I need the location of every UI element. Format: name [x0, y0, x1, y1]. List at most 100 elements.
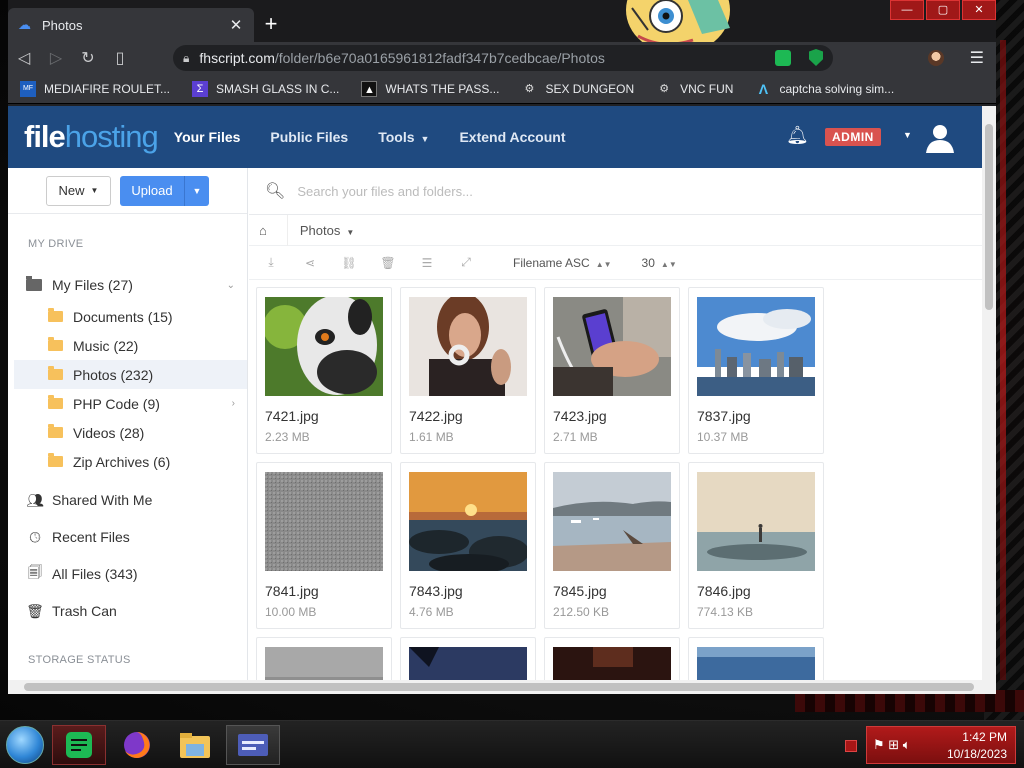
- back-icon[interactable]: ◁: [8, 42, 40, 74]
- bookmark-item[interactable]: Σ SMASH GLASS IN C...: [192, 80, 339, 97]
- nav-tools[interactable]: Tools ▼: [378, 129, 429, 145]
- sidebar-item-documents[interactable]: Documents (15): [8, 302, 247, 331]
- horizontal-scrollbar[interactable]: [8, 680, 996, 694]
- extension-icon[interactable]: [775, 50, 791, 66]
- bookmark-item[interactable]: ⚙ VNC FUN: [656, 81, 733, 97]
- file-size: 774.13 KB: [697, 605, 754, 619]
- file-card[interactable]: 7846.jpg 774.13 KB: [688, 462, 824, 629]
- sidebar-item-php-code[interactable]: PHP Code (9) ›: [8, 389, 247, 418]
- shield-icon[interactable]: [809, 49, 823, 66]
- sidebar-item-shared[interactable]: 👥︎ Shared With Me: [8, 483, 247, 517]
- profile-avatar[interactable]: [928, 50, 944, 66]
- bookmark-item[interactable]: ▲ WHATS THE PASS...: [361, 80, 499, 97]
- share-icon[interactable]: ⋖: [300, 256, 320, 270]
- desktop-red-glow: [1000, 40, 1006, 680]
- file-card[interactable]: 7845.jpg 212.50 KB: [544, 462, 680, 629]
- section-storage-status: STORAGE STATUS: [28, 654, 131, 666]
- sidebar-item-videos[interactable]: Videos (28): [8, 418, 247, 447]
- sidebar-item-all-files[interactable]: 🗐 All Files (343): [8, 557, 247, 591]
- bookmark-star-icon[interactable]: ▯: [104, 42, 136, 74]
- nav-extend-account[interactable]: Extend Account: [459, 129, 565, 145]
- bell-icon[interactable]: 🔔︎: [786, 125, 809, 146]
- scrollbar-thumb[interactable]: [24, 683, 974, 691]
- trash-icon[interactable]: 🗑︎: [378, 256, 398, 270]
- close-tab-icon[interactable]: ✕: [228, 16, 244, 34]
- per-page-select[interactable]: 30 ▲▼: [642, 256, 677, 270]
- system-tray: ⚑ ⊞ 🔈︎ 1:42 PM 10/18/2023: [866, 726, 1016, 764]
- lock-icon: 🔒︎: [183, 50, 190, 65]
- menu-icon[interactable]: ☰: [970, 48, 984, 68]
- taskbar-control-panel[interactable]: [226, 725, 280, 765]
- tray-icons[interactable]: ⚑ ⊞ 🔈︎: [873, 737, 911, 753]
- scrollbar-thumb[interactable]: [985, 124, 993, 310]
- taskbar-file-explorer[interactable]: [168, 725, 222, 765]
- logo-file-text: file: [24, 119, 66, 154]
- chevron-down-icon[interactable]: ▼: [903, 130, 912, 140]
- new-button[interactable]: New ▼: [46, 175, 111, 206]
- bookmark-item[interactable]: Λ captcha solving sim...: [755, 81, 894, 97]
- file-card[interactable]: 7421.jpg 2.23 MB: [256, 287, 392, 454]
- vertical-scrollbar[interactable]: [982, 106, 996, 680]
- clock[interactable]: 1:42 PM 10/18/2023: [947, 729, 1007, 763]
- bookmark-item[interactable]: ⚙ SEX DUNGEON: [521, 81, 635, 97]
- file-card[interactable]: 7837.jpg 10.37 MB: [688, 287, 824, 454]
- chevron-down-icon[interactable]: ⌄: [227, 280, 235, 291]
- sidebar-item-music[interactable]: Music (22): [8, 331, 247, 360]
- breadcrumb-current[interactable]: Photos ▼: [300, 223, 354, 238]
- file-card[interactable]: 7422.jpg 1.61 MB: [400, 287, 536, 454]
- site-logo[interactable]: filehosting: [24, 119, 159, 155]
- file-size: 4.76 MB: [409, 605, 454, 619]
- link-icon[interactable]: ⛓: [339, 256, 359, 270]
- download-icon[interactable]: ⤓: [261, 255, 281, 270]
- file-card[interactable]: 7843.jpg 4.76 MB: [400, 462, 536, 629]
- window-app-icon: [238, 734, 268, 756]
- lock-icon: ▲: [361, 80, 378, 97]
- notification-flag-icon[interactable]: [845, 740, 857, 752]
- address-bar[interactable]: 🔒︎ fhscript.com/folder/b6e70a0165961812f…: [173, 45, 833, 71]
- clock-icon: 🕓︎: [29, 528, 41, 545]
- nav-public-files[interactable]: Public Files: [270, 129, 348, 145]
- folder-icon: [48, 395, 63, 409]
- clock-time: 1:42 PM: [962, 730, 1007, 744]
- file-name: 7421.jpg: [265, 408, 319, 424]
- sidebar-item-zip-archives[interactable]: Zip Archives (6): [8, 447, 247, 476]
- logo-hosting-text: hosting: [64, 119, 159, 154]
- sidebar-item-recent[interactable]: 🕓︎ Recent Files: [8, 520, 247, 554]
- minimize-button[interactable]: —: [890, 0, 924, 20]
- close-window-button[interactable]: ✕: [962, 0, 996, 20]
- sidebar-item-trash[interactable]: 🗑︎ Trash Can: [8, 594, 247, 628]
- notes-app-icon: [66, 732, 92, 758]
- chevron-down-icon[interactable]: ▼: [184, 175, 209, 206]
- list-view-icon[interactable]: ☰: [417, 256, 437, 270]
- bookmark-item[interactable]: MF MEDIAFIRE ROULET...: [20, 80, 170, 97]
- start-button[interactable]: [6, 726, 44, 764]
- gear-icon: ⚙: [524, 82, 535, 95]
- maximize-button[interactable]: ▢: [926, 0, 960, 20]
- file-card[interactable]: 7841.jpg 10.00 MB: [256, 462, 392, 629]
- user-icon[interactable]: [924, 121, 956, 153]
- bookmark-label: VNC FUN: [680, 81, 734, 96]
- sidebar-item-photos[interactable]: Photos (232): [14, 360, 247, 389]
- home-icon[interactable]: ⌂: [259, 223, 267, 238]
- admin-badge[interactable]: ADMIN: [825, 128, 881, 146]
- sidebar-item-label: My Files (27): [52, 277, 133, 293]
- fullscreen-icon[interactable]: ⤢: [456, 255, 476, 270]
- tab-photos[interactable]: ☁ Photos ✕: [8, 8, 254, 42]
- taskbar-firefox[interactable]: [110, 725, 164, 765]
- nav-tools-label: Tools: [378, 129, 415, 145]
- tab-title: Photos: [42, 17, 83, 33]
- search-input[interactable]: [297, 183, 698, 199]
- nav-your-files[interactable]: Your Files: [174, 129, 241, 145]
- forward-icon[interactable]: ▷: [40, 42, 72, 74]
- sidebar-item-label: All Files (343): [52, 566, 138, 582]
- sort-select[interactable]: Filename ASC ▲▼: [513, 256, 612, 270]
- files-icon: 🗐: [28, 564, 42, 580]
- per-page-label: 30: [641, 255, 655, 270]
- chevron-right-icon[interactable]: ›: [232, 398, 235, 409]
- taskbar-notes-app[interactable]: [52, 725, 106, 765]
- reload-icon[interactable]: ↻: [72, 42, 104, 74]
- sidebar-item-my-files[interactable]: My Files (27) ⌄: [8, 268, 247, 302]
- new-tab-button[interactable]: +: [260, 13, 282, 35]
- upload-button[interactable]: Upload ▼: [120, 175, 209, 206]
- file-card[interactable]: 7423.jpg 2.71 MB: [544, 287, 680, 454]
